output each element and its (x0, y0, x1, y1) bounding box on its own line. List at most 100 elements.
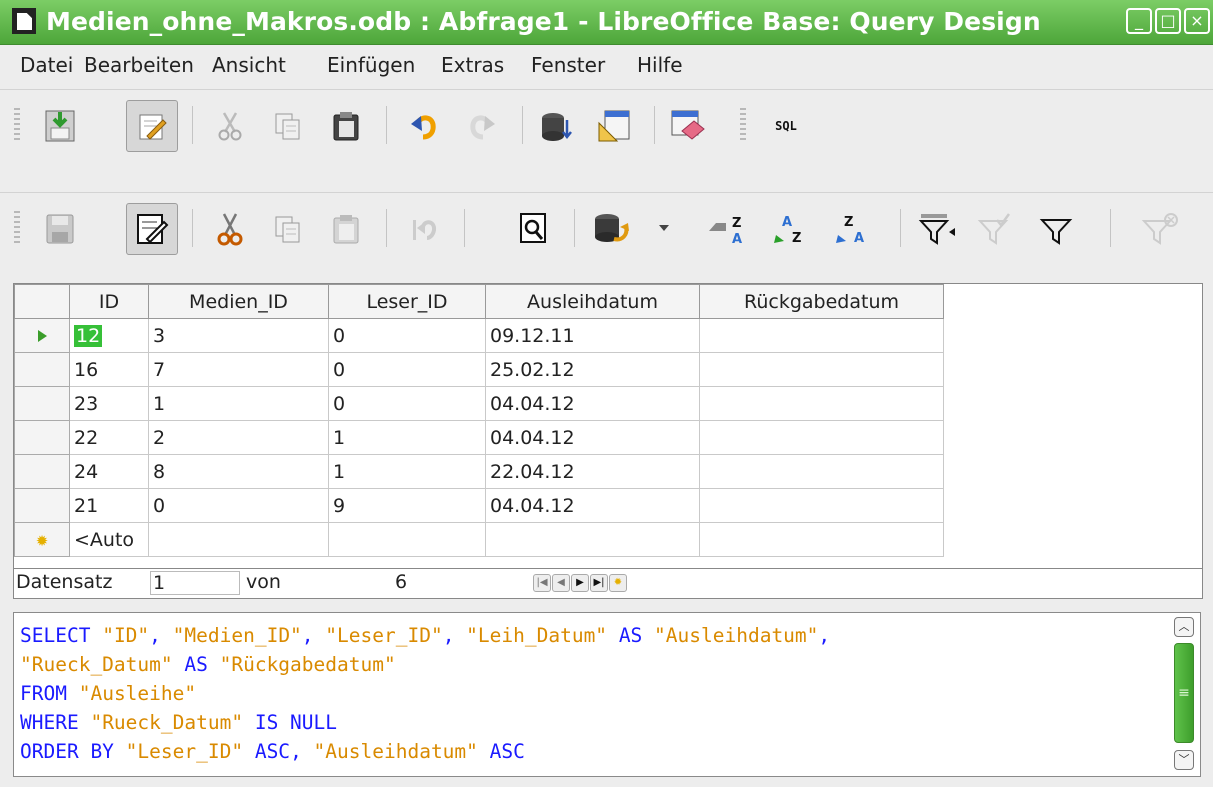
last-record-button[interactable]: ▶| (590, 574, 608, 592)
cell-id-new[interactable]: <Auto (69, 522, 149, 557)
column-header-ausleihdatum[interactable]: Ausleihdatum (485, 284, 700, 319)
cell-id[interactable]: 16 (69, 352, 149, 387)
previous-record-button[interactable]: ◀ (552, 574, 570, 592)
table-row[interactable]: 24 8 1 22.04.12 (14, 454, 944, 489)
sql-text[interactable]: SELECT "ID", "Medien_ID", "Leser_ID", "L… (20, 621, 830, 766)
paste-icon[interactable] (320, 100, 372, 152)
cell-rueckgabedatum[interactable] (699, 352, 944, 387)
edit-icon[interactable] (126, 100, 178, 152)
cell-leser-id[interactable]: 9 (328, 488, 486, 523)
new-record-button[interactable]: ✹ (609, 574, 627, 592)
column-header-id[interactable]: ID (69, 284, 149, 319)
cell-medien-id[interactable]: 0 (148, 488, 329, 523)
column-header-leser-id[interactable]: Leser_ID (328, 284, 486, 319)
cell-ausleihdatum[interactable]: 04.04.12 (485, 420, 700, 455)
copy-icon[interactable] (262, 100, 314, 152)
undo-icon[interactable] (398, 203, 450, 255)
table-row[interactable]: 22 2 1 04.04.12 (14, 420, 944, 455)
add-table-icon[interactable] (530, 100, 582, 152)
scroll-down-button[interactable]: ﹀ (1174, 750, 1194, 770)
menu-bearbeiten[interactable]: Bearbeiten (84, 45, 194, 85)
cell-rueckgabedatum[interactable] (699, 488, 944, 523)
undo-icon[interactable] (398, 100, 450, 152)
paste-icon[interactable] (320, 203, 372, 255)
scroll-thumb[interactable]: ≡ (1174, 643, 1194, 743)
reset-filter-icon[interactable] (1134, 203, 1186, 255)
cell-id[interactable]: 23 (69, 386, 149, 421)
corner-cell[interactable] (14, 284, 70, 319)
record-number-input[interactable]: 1 (150, 571, 240, 595)
cell-rueckgabedatum[interactable] (699, 454, 944, 489)
save-icon[interactable] (34, 100, 86, 152)
menu-einfuegen[interactable]: Einfügen (327, 45, 415, 85)
close-button[interactable]: × (1184, 8, 1210, 34)
autofilter-icon[interactable] (910, 203, 962, 255)
row-header-current[interactable] (14, 318, 70, 353)
cell-medien-id[interactable]: 3 (148, 318, 329, 353)
new-record-row[interactable]: ✹ <Auto (14, 522, 944, 557)
design-view-icon[interactable] (588, 100, 640, 152)
toolbar-grip[interactable] (14, 211, 20, 245)
cell-id[interactable]: 12 (69, 318, 149, 353)
cell-leser-id[interactable]: 1 (328, 420, 486, 455)
cell-id[interactable]: 22 (69, 420, 149, 455)
cell-leser-id-new[interactable] (328, 522, 486, 557)
standard-filter-icon[interactable] (1030, 203, 1082, 255)
row-header[interactable] (14, 386, 70, 421)
cell-rueckgabedatum-new[interactable] (699, 522, 944, 557)
column-header-rueckgabedatum[interactable]: Rückgabedatum (699, 284, 944, 319)
minimize-button[interactable]: _ (1126, 8, 1152, 34)
row-header[interactable] (14, 488, 70, 523)
menu-extras[interactable]: Extras (441, 45, 504, 85)
find-record-icon[interactable] (508, 203, 560, 255)
row-header[interactable] (14, 454, 70, 489)
sort-descending-icon[interactable]: ZA (826, 203, 878, 255)
menu-ansicht[interactable]: Ansicht (212, 45, 286, 85)
clear-query-icon[interactable] (662, 100, 714, 152)
column-header-medien-id[interactable]: Medien_ID (148, 284, 329, 319)
maximize-button[interactable]: □ (1155, 8, 1181, 34)
cell-ausleihdatum[interactable]: 22.04.12 (485, 454, 700, 489)
sort-icon[interactable]: ZA (700, 203, 752, 255)
cell-ausleihdatum[interactable]: 09.12.11 (485, 318, 700, 353)
cell-rueckgabedatum[interactable] (699, 318, 944, 353)
cell-id[interactable]: 21 (69, 488, 149, 523)
menu-fenster[interactable]: Fenster (531, 45, 605, 85)
cell-rueckgabedatum[interactable] (699, 386, 944, 421)
cell-ausleihdatum[interactable]: 04.04.12 (485, 488, 700, 523)
toolbar-grip[interactable] (14, 108, 20, 142)
copy-icon[interactable] (262, 203, 314, 255)
cell-ausleihdatum[interactable]: 25.02.12 (485, 352, 700, 387)
result-grid[interactable]: ID Medien_ID Leser_ID Ausleihdatum Rückg… (13, 283, 1203, 599)
cell-ausleihdatum[interactable]: 04.04.12 (485, 386, 700, 421)
vertical-scrollbar[interactable]: ︿ ≡ ﹀ (1174, 617, 1196, 770)
cell-medien-id-new[interactable] (148, 522, 329, 557)
redo-icon[interactable] (456, 100, 508, 152)
cell-leser-id[interactable]: 1 (328, 454, 486, 489)
edit-data-icon[interactable] (126, 203, 178, 255)
row-header[interactable] (14, 420, 70, 455)
menu-datei[interactable]: Datei (20, 45, 73, 85)
next-record-button[interactable]: ▶ (571, 574, 589, 592)
scroll-up-button[interactable]: ︿ (1174, 617, 1194, 637)
table-row[interactable]: 21 0 9 04.04.12 (14, 488, 944, 523)
cell-id[interactable]: 24 (69, 454, 149, 489)
cell-medien-id[interactable]: 8 (148, 454, 329, 489)
row-header-new[interactable]: ✹ (14, 522, 70, 557)
first-record-button[interactable]: |◀ (533, 574, 551, 592)
sql-editor[interactable]: SELECT "ID", "Medien_ID", "Leser_ID", "L… (13, 612, 1201, 777)
cell-medien-id[interactable]: 1 (148, 386, 329, 421)
row-header[interactable] (14, 352, 70, 387)
cut-icon[interactable] (204, 203, 256, 255)
apply-filter-icon[interactable] (968, 203, 1020, 255)
sql-icon[interactable]: SQL (760, 100, 812, 152)
cell-medien-id[interactable]: 2 (148, 420, 329, 455)
cell-leser-id[interactable]: 0 (328, 352, 486, 387)
cell-leser-id[interactable]: 0 (328, 318, 486, 353)
cut-icon[interactable] (204, 100, 256, 152)
table-row[interactable]: 16 7 0 25.02.12 (14, 352, 944, 387)
table-row[interactable]: 12 3 0 09.12.11 (14, 318, 944, 353)
cell-medien-id[interactable]: 7 (148, 352, 329, 387)
cell-ausleihdatum-new[interactable] (485, 522, 700, 557)
save-record-icon[interactable] (34, 203, 86, 255)
